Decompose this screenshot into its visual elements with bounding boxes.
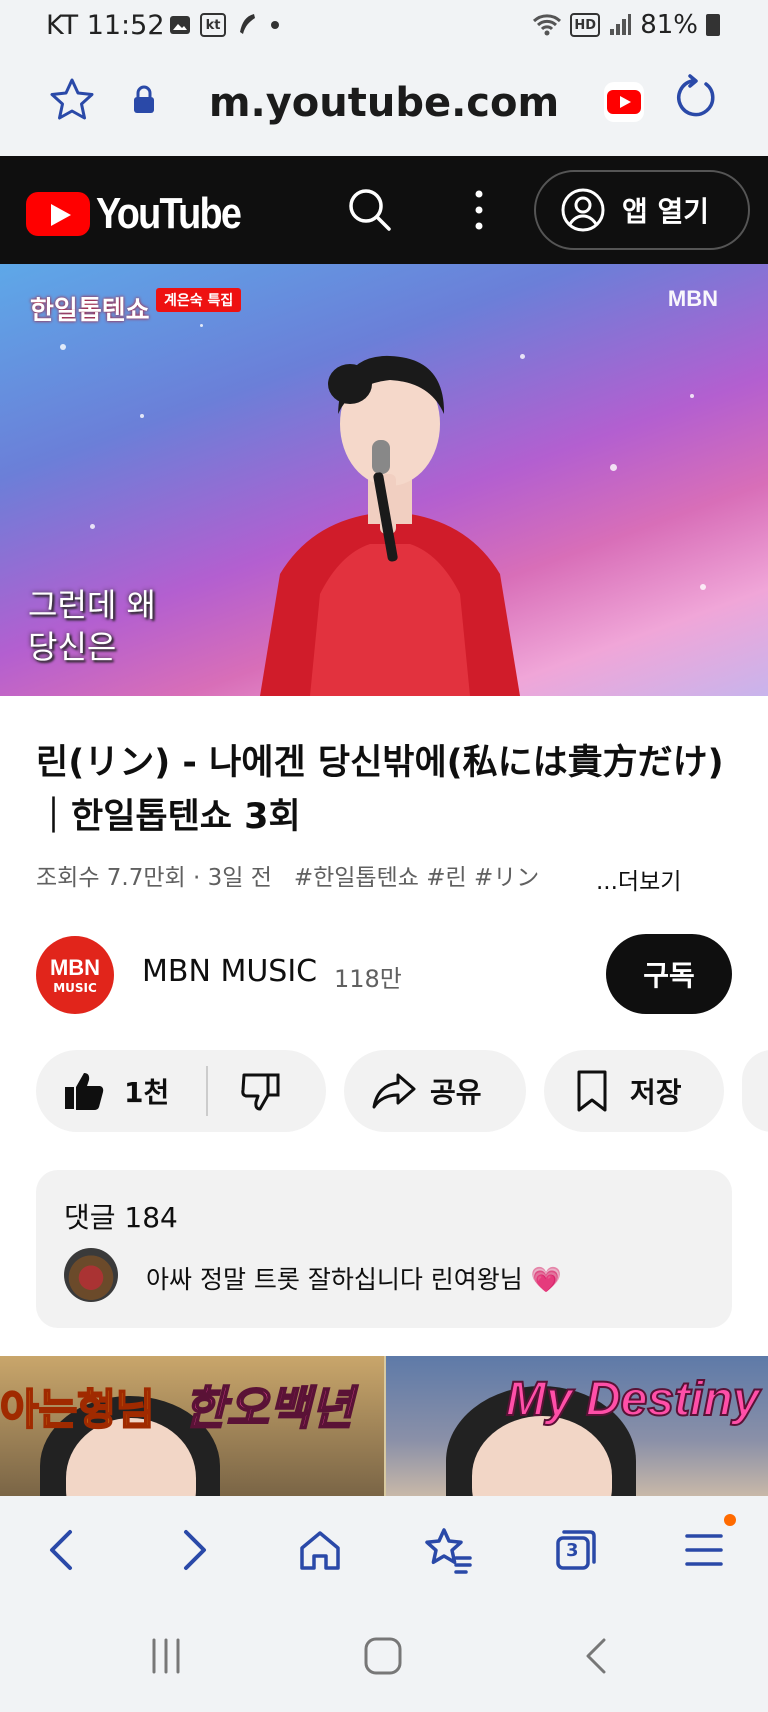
url-text[interactable]: m.youtube.com	[0, 80, 768, 126]
tab-count: 3	[566, 1540, 579, 1561]
subscriber-count: 118만	[334, 965, 402, 993]
thumbnail-text-mid: 한오백년	[183, 1380, 354, 1436]
home-icon	[300, 1531, 340, 1570]
recent-apps-icon[interactable]	[146, 1636, 186, 1676]
browser-url-bar: m.youtube.com	[0, 52, 768, 156]
signal-icon	[610, 14, 632, 35]
status-time: KT 11:52	[46, 10, 165, 41]
star-list-icon	[425, 1528, 472, 1574]
video-tags: #한일톱텐쇼 #린 #リン	[293, 865, 540, 891]
youtube-app-icon[interactable]	[604, 82, 644, 122]
thumbs-down-icon	[241, 1073, 280, 1111]
browser-toolbar: 3	[0, 1496, 768, 1602]
dislike-button[interactable]	[208, 1069, 282, 1113]
thumbs-up-icon	[65, 1073, 104, 1110]
video-subtitle: 그런데 왜 당신은	[28, 586, 156, 666]
youtube-play-icon	[26, 192, 90, 236]
bookmark-icon	[577, 1070, 607, 1112]
show-logo: 한일톱텐쇼	[30, 296, 150, 326]
status-right: HD 81%	[532, 10, 720, 40]
gallery-icon	[170, 16, 190, 34]
chevron-right-icon	[184, 1530, 206, 1570]
subscribe-button[interactable]: 구독	[606, 934, 732, 1014]
tabs-button[interactable]: 3	[548, 1522, 604, 1578]
open-app-button[interactable]: 앱 열기	[534, 170, 750, 250]
thumbnail-text-left: 아는형님	[0, 1384, 156, 1435]
more-button[interactable]: ...더보기	[596, 862, 681, 896]
more-actions-button[interactable]	[742, 1050, 768, 1132]
status-notification-icons: kt	[168, 12, 282, 38]
open-app-label: 앱 열기	[622, 195, 710, 228]
share-button[interactable]: 공유	[344, 1050, 526, 1132]
video-player[interactable]: 한일톱텐쇼 계은숙 특집 MBN 그런데 왜 당신은	[0, 264, 768, 696]
youtube-header: YouTube 앱 열기	[0, 156, 768, 264]
like-dislike-pill: 1천	[36, 1050, 326, 1132]
like-button[interactable]: 1천	[36, 1069, 206, 1113]
comments-header: 댓글 184	[64, 1201, 178, 1234]
save-label: 저장	[630, 1076, 682, 1109]
video-title[interactable]: 린(リン) - 나에겐 당신밖에(私には貴方だけ)｜한일톱텐쇼 3회	[36, 736, 736, 844]
share-label: 공유	[430, 1076, 482, 1109]
account-icon	[561, 188, 605, 232]
battery-percent: 81%	[640, 10, 698, 40]
home-nav-icon[interactable]	[362, 1636, 404, 1676]
bookmarks-button[interactable]	[420, 1522, 476, 1578]
youtube-logo[interactable]: YouTube	[26, 189, 264, 239]
system-navigation-bar	[0, 1602, 768, 1712]
comments-section[interactable]: 댓글 184 아싸 정말 트롯 잘하십니다 린여왕님 💗	[36, 1170, 732, 1328]
hamburger-menu-icon	[685, 1534, 723, 1566]
home-button[interactable]	[292, 1522, 348, 1578]
channel-name[interactable]: MBN MUSIC	[142, 954, 317, 989]
back-nav-icon[interactable]	[580, 1636, 612, 1676]
thumbnail-text-right: My Destiny	[505, 1372, 760, 1427]
wifi-icon	[533, 14, 562, 36]
kt-icon: kt	[200, 13, 226, 37]
top-comment: 아싸 정말 트롯 잘하십니다 린여왕님 💗	[146, 1265, 562, 1294]
chevron-left-icon	[50, 1530, 72, 1570]
dot-icon	[271, 21, 279, 29]
hd-icon: HD	[570, 13, 601, 37]
status-bar: KT 11:52 kt HD 81%	[0, 0, 768, 52]
menu-notification-dot	[724, 1514, 736, 1526]
save-button[interactable]: 저장	[544, 1050, 724, 1132]
reload-icon[interactable]	[672, 74, 720, 122]
channel-avatar[interactable]: MBN MUSIC	[36, 936, 114, 1014]
share-icon	[372, 1073, 416, 1109]
back-button[interactable]	[34, 1522, 90, 1578]
commenter-avatar	[64, 1248, 118, 1302]
video-meta: 조회수 7.7만회 · 3일 전 #한일톱텐쇼 #린 #リン	[36, 865, 540, 891]
singer-image	[260, 355, 520, 696]
like-count: 1천	[124, 1076, 170, 1109]
search-icon[interactable]	[346, 186, 394, 234]
more-vertical-icon[interactable]	[464, 186, 494, 234]
special-badge: 계은숙 특집	[156, 288, 242, 312]
feather-icon	[240, 14, 255, 34]
mbn-watermark: MBN	[667, 286, 718, 311]
menu-button[interactable]	[676, 1522, 732, 1578]
next-video-thumbnail[interactable]: 아는형님 한오백년 My Destiny	[0, 1356, 768, 1496]
forward-button[interactable]	[166, 1522, 222, 1578]
battery-icon	[706, 14, 720, 36]
